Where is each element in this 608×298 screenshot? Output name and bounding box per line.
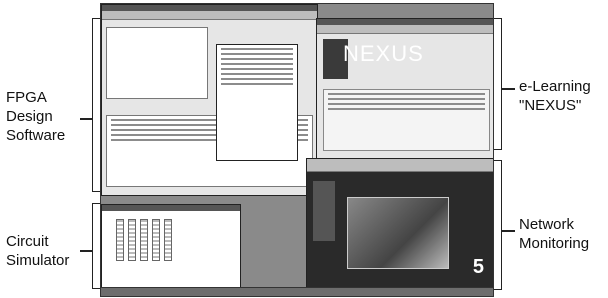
bracket-fpga-tick (80, 118, 92, 120)
bracket-circuit-tick (80, 250, 92, 252)
corner-number: 5 (472, 256, 484, 278)
project-tree-window (216, 44, 298, 161)
label-circuit-simulator: Circuit Simulator (6, 233, 70, 269)
bracket-network-tick (501, 230, 515, 232)
network-monitoring-window: 5 (306, 158, 493, 290)
circuit-simulator-window (101, 204, 241, 290)
taskbar (101, 287, 493, 296)
label-e-learning-nexus: e-Learning "NEXUS" (519, 78, 591, 114)
bracket-elearning-tick (501, 88, 515, 90)
nexus-logo: NEXUS (343, 41, 424, 66)
nexus-window: NEXUS (316, 18, 493, 160)
label-fpga-design-software: FPGA Design Software (6, 89, 66, 144)
bracket-network (493, 160, 502, 290)
bracket-elearning (493, 18, 502, 150)
desktop-screenshot: NEXUS 5 (100, 3, 494, 297)
label-network-monitoring: Network Monitoring (519, 216, 590, 252)
